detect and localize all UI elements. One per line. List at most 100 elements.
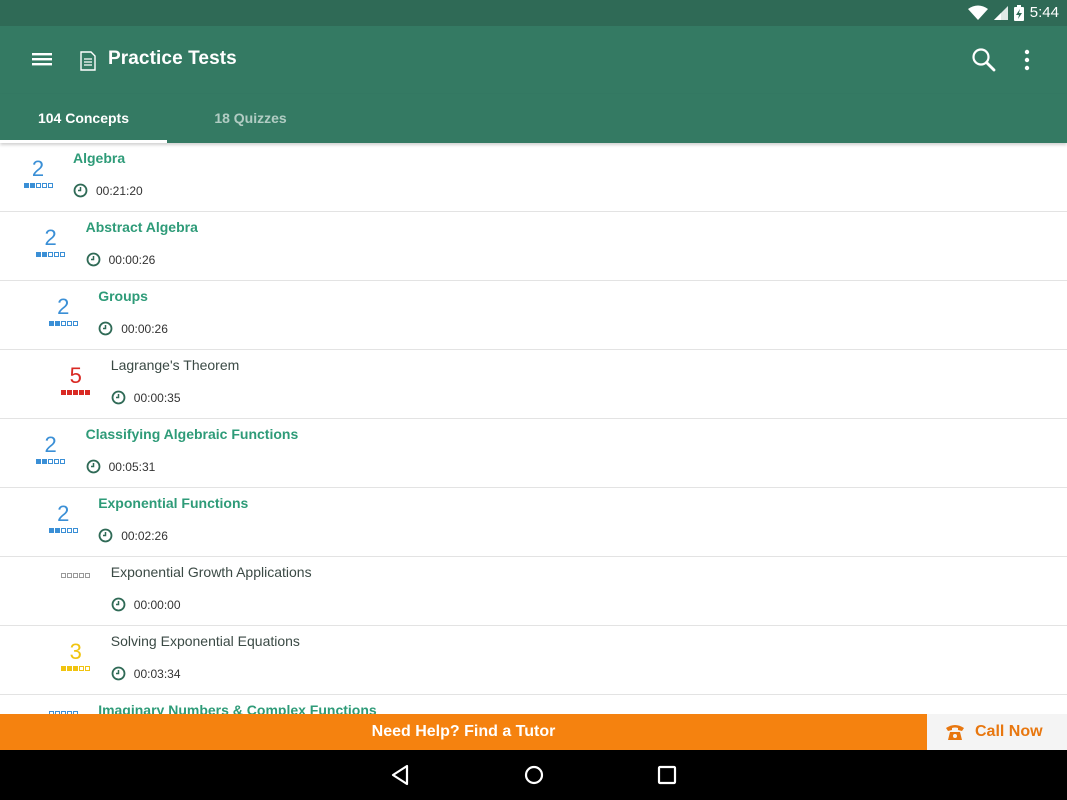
home-icon [524,765,544,785]
mastery-number: 2 [57,501,70,526]
mastery-box [48,321,54,326]
time-spent: 00:00:00 [111,597,181,612]
mastery-box [60,459,66,464]
mastery-box [48,459,54,464]
concept-name: Solving Exponential Equations [110,633,300,649]
document-icon [80,51,96,71]
time-value: 00:03:34 [133,666,181,681]
call-now-button[interactable]: Call Now [927,714,1067,750]
call-now-label: Call Now [975,723,1043,740]
mastery-box [54,459,60,464]
mastery-box [66,528,72,533]
mastery-box [73,573,79,578]
time-value: 00:02:26 [121,528,168,543]
clock-icon [111,666,126,681]
concept-row[interactable]: 5 Lagrange's Theorem 00:00:35 [0,350,1067,419]
mastery-boxes [57,666,95,671]
status-time: 5:44 [1029,4,1059,21]
concept-row[interactable]: 3 Solving Exponential Equations 00:03:34 [0,626,1067,695]
mastery-boxes [32,459,70,464]
mastery-number: 5 [69,363,82,388]
time-spent: 00:00:26 [98,321,168,336]
mastery-boxes [44,528,82,533]
concept-row[interactable]: Imaginary Numbers & Complex Functions [0,695,1067,714]
overflow-menu-button[interactable] [1018,46,1036,74]
tab-bar: 104 Concepts 18 Quizzes [0,94,1067,143]
signal-icon [993,5,1008,20]
back-icon [391,764,409,786]
mastery-box [54,528,60,533]
tab-concepts[interactable]: 104 Concepts [0,94,167,143]
time-value: 00:00:00 [133,597,181,612]
battery-charging-icon [1013,4,1024,21]
mastery-box [85,390,91,395]
recents-icon [657,765,677,785]
time-value: 00:00:35 [133,390,181,405]
mastery-number: 3 [69,639,82,664]
mastery-box [73,390,79,395]
mastery-score: 2 [32,226,70,266]
wifi-icon [967,5,988,20]
recents-button[interactable] [655,764,679,786]
mastery-box [85,666,91,671]
concept-row[interactable]: 2 Abstract Algebra 00:00:26 [0,212,1067,281]
find-tutor-button[interactable]: Need Help? Find a Tutor [0,714,927,750]
mastery-box [23,183,29,188]
more-vert-icon [1024,49,1030,71]
concept-row[interactable]: 2 Algebra 00:21:20 [0,143,1067,212]
mastery-score [57,571,95,611]
home-button[interactable] [522,764,546,786]
app-bar: Practice Tests [0,26,1067,94]
mastery-box [79,390,85,395]
back-button[interactable] [388,764,412,786]
concept-row[interactable]: Exponential Growth Applications 00:00:00 [0,557,1067,626]
status-bar: 5:44 [0,0,1067,26]
mastery-box [72,528,78,533]
mastery-box [48,528,54,533]
tab-quizzes[interactable]: 18 Quizzes [167,94,334,143]
search-icon [972,48,996,72]
mastery-box [79,666,85,671]
concept-name: Exponential Growth Applications [110,564,312,580]
mastery-score: 2 [32,433,70,473]
time-spent: 00:21:20 [73,183,143,198]
mastery-score: 2 [44,295,82,335]
clock-icon [111,597,126,612]
mastery-number: 2 [57,294,70,319]
mastery-boxes [19,183,57,188]
concept-row[interactable]: 2 Exponential Functions 00:02:26 [0,488,1067,557]
concept-name: Classifying Algebraic Functions [85,426,299,442]
system-nav-bar [0,750,1067,800]
concept-name: Abstract Algebra [85,219,198,235]
mastery-score: 2 [44,502,82,542]
mastery-box [79,573,85,578]
mastery-box [54,252,60,257]
concept-row[interactable]: 2 Classifying Algebraic Functions 00:05:31 [0,419,1067,488]
mastery-box [85,573,91,578]
concept-name: Exponential Functions [98,495,249,511]
mastery-box [36,252,42,257]
mastery-box [35,183,41,188]
concept-name: Imaginary Numbers & Complex Functions [98,702,377,714]
mastery-box [54,321,60,326]
time-value: 00:05:31 [108,459,156,474]
mastery-score: 3 [57,640,95,680]
mastery-box [42,252,48,257]
mastery-box [67,666,73,671]
concept-list[interactable]: 2 Algebra 00:21:20 2 Abstract Algebra 00:00:2… [0,143,1067,714]
concept-row[interactable]: 2 Groups 00:00:26 [0,281,1067,350]
mastery-box [66,321,72,326]
mastery-box [61,573,67,578]
search-button[interactable] [970,46,998,74]
mastery-box [48,252,54,257]
mastery-box [67,573,73,578]
menu-button[interactable] [28,44,56,74]
mastery-score: 5 [57,364,95,404]
time-value: 00:00:26 [121,321,168,336]
mastery-box [47,183,53,188]
mastery-box [73,666,79,671]
mastery-boxes [32,252,70,257]
clock-icon [98,528,113,543]
mastery-box [60,321,66,326]
time-spent: 00:05:31 [86,459,156,474]
